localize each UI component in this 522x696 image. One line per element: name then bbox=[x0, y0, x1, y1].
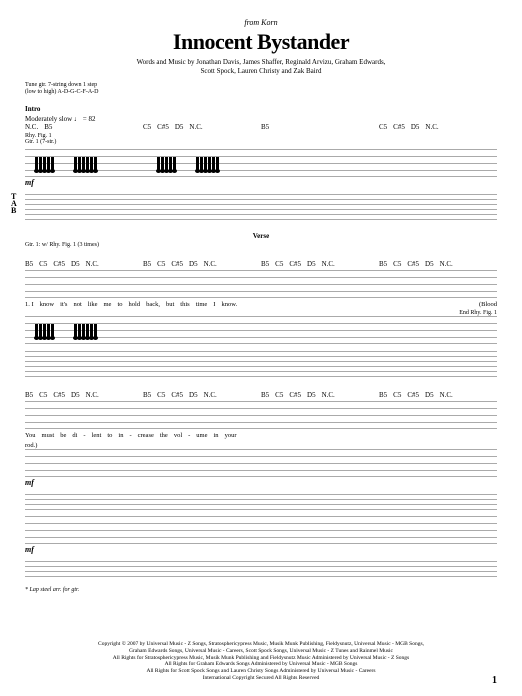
copyright-l1: Copyright © 2007 by Universal Music - Z … bbox=[25, 641, 497, 648]
dynamics-mf-2a: mf bbox=[25, 478, 497, 487]
gtr-staff-2a bbox=[25, 449, 497, 477]
gtr-staff-2b bbox=[25, 516, 497, 544]
song-title: Innocent Bystander bbox=[25, 29, 497, 55]
lyrics-line-1: 1. Iknowit'snotlikemetoholdback,butthist… bbox=[25, 301, 497, 308]
verse-label: Verse bbox=[25, 232, 497, 240]
tab-staff: T A B bbox=[25, 190, 497, 222]
page-number: 1 bbox=[492, 675, 497, 686]
copyright-block: Copyright © 2007 by Universal Music - Z … bbox=[25, 641, 497, 682]
verse-system-1: B5C5C#5D5N.C. B5C5C#5D5N.C. B5C5C#5D5N.C… bbox=[25, 260, 497, 379]
notation-staff bbox=[25, 149, 497, 177]
verse-system-2: B5C5C#5D5N.C. B5C5C#5D5N.C. B5C5C#5D5N.C… bbox=[25, 391, 497, 577]
gtr-label: Gtr. 1 (7-str.) bbox=[25, 139, 497, 145]
copyright-l6: International Copyright Secured All Righ… bbox=[25, 675, 497, 682]
copyright-l2: Graham Edwards Songs, Universal Music - … bbox=[25, 648, 497, 655]
intro-staff: mf T A B bbox=[25, 149, 497, 222]
verse-gtr-note: Gtr. 1: w/ Rhy. Fig. 1 (3 times) bbox=[25, 242, 497, 248]
footnote: * Lap steel arr. for gtr. bbox=[25, 587, 497, 593]
tab-staff-2b bbox=[25, 557, 497, 577]
credits-line1: Words and Music by Jonathan Davis, James… bbox=[25, 58, 497, 67]
sheet-header: from Korn Innocent Bystander Words and M… bbox=[25, 18, 497, 76]
gtr-staff-1 bbox=[25, 316, 497, 344]
credits-line2: Scott Spock, Lauren Christy and Zak Bair… bbox=[25, 67, 497, 76]
lyrics-line-2b: rod.) bbox=[25, 442, 497, 449]
from-line: from Korn bbox=[25, 18, 497, 27]
vocal-staff-1 bbox=[25, 270, 497, 298]
copyright-l5: All Rights for Scott Spock Songs and Lau… bbox=[25, 668, 497, 675]
intro-label: Intro bbox=[25, 105, 497, 113]
intro-chords: N.C.B5 C5C#5D5N.C. B5 C5C#5D5N.C. bbox=[25, 123, 497, 131]
tab-staff-2a bbox=[25, 490, 497, 510]
lyrics-line-2: Youmustbedi-lenttoin-creasethevol-umeiny… bbox=[25, 432, 497, 439]
verse-chords-1: B5C5C#5D5N.C. B5C5C#5D5N.C. B5C5C#5D5N.C… bbox=[25, 260, 497, 268]
dynamics-mf-2b: mf bbox=[25, 545, 497, 554]
dynamics-mf: mf bbox=[25, 178, 497, 187]
tab-staff-1 bbox=[25, 347, 497, 379]
tempo-marking: Moderately slow ♩ = 82 bbox=[25, 115, 497, 123]
verse-chords-2: B5C5C#5D5N.C. B5C5C#5D5N.C. B5C5C#5D5N.C… bbox=[25, 391, 497, 399]
vocal-staff-2 bbox=[25, 401, 497, 429]
credits: Words and Music by Jonathan Davis, James… bbox=[25, 58, 497, 76]
tuning-info: Tune gtr. 7-string down 1 step (low to h… bbox=[25, 82, 497, 96]
tuning-line2: (low to high) A-D-G-C-F-A-D bbox=[25, 89, 497, 96]
